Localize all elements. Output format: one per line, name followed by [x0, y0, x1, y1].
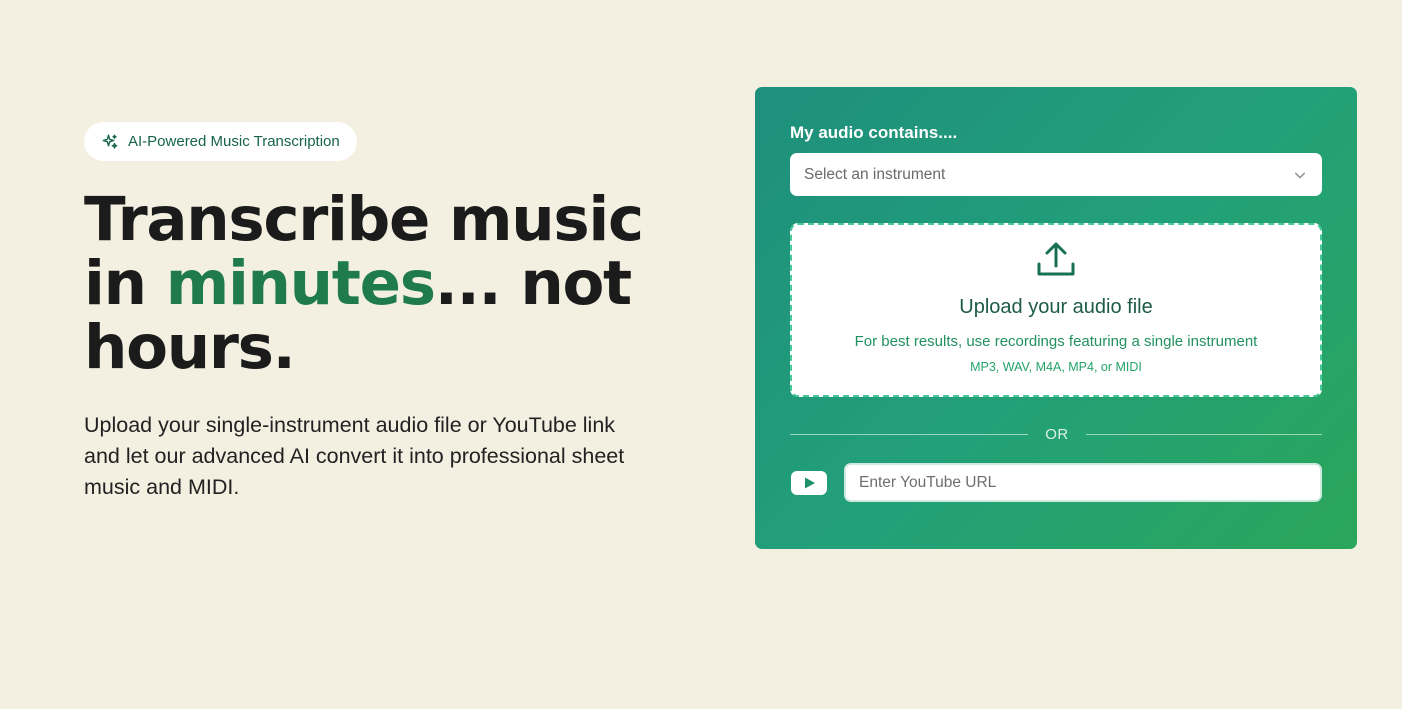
- upload-title: Upload your audio file: [959, 296, 1153, 318]
- sparkle-icon: [101, 133, 119, 151]
- supported-formats: MP3, WAV, M4A, MP4, or MIDI: [970, 360, 1142, 374]
- youtube-url-input[interactable]: [844, 463, 1322, 502]
- hero-description: Upload your single-instrument audio file…: [84, 413, 625, 499]
- or-divider: OR: [790, 424, 1322, 444]
- upload-hint: For best results, use recordings featuri…: [854, 333, 1258, 350]
- youtube-icon: [790, 470, 828, 496]
- hero-section: AI-Powered Music Transcription Transcrib…: [84, 122, 664, 503]
- feature-badge: AI-Powered Music Transcription: [84, 122, 357, 161]
- chevron-down-icon: [1293, 168, 1307, 182]
- divider-text: OR: [1045, 425, 1069, 443]
- youtube-row: [790, 463, 1322, 502]
- badge-label: AI-Powered Music Transcription: [128, 133, 340, 150]
- instrument-label: My audio contains....: [790, 123, 958, 142]
- page: AI-Powered Music Transcription Transcrib…: [0, 0, 1402, 709]
- page-headline: Transcribe music in minutes... not hours…: [84, 188, 664, 380]
- upload-card: My audio contains.... Select an instrume…: [755, 87, 1357, 549]
- upload-icon: [1036, 225, 1076, 280]
- audio-dropzone[interactable]: Upload your audio file For best results,…: [790, 223, 1322, 397]
- divider-line-left: [790, 433, 1028, 435]
- divider-line-right: [1086, 433, 1322, 435]
- instrument-select-value: Select an instrument: [804, 165, 946, 183]
- headline-accent: minutes: [165, 248, 436, 319]
- instrument-select[interactable]: Select an instrument: [790, 153, 1322, 196]
